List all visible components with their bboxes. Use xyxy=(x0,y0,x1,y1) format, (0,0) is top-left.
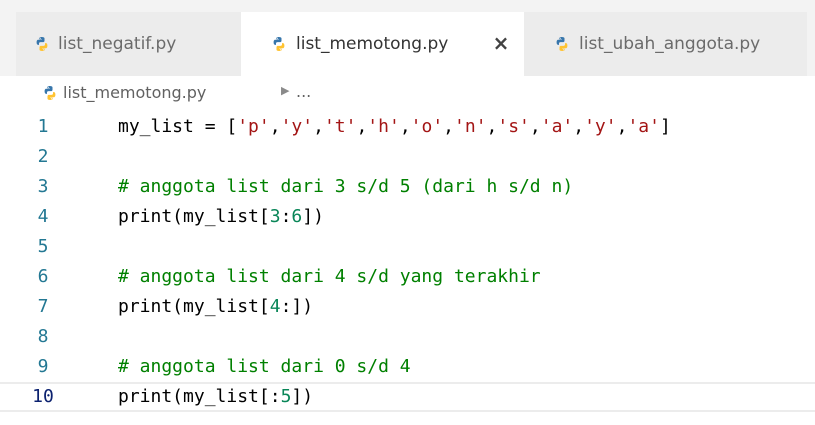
code-line[interactable]: 8 xyxy=(0,322,815,352)
code-line[interactable]: 4 print(my_list[3:6]) xyxy=(0,202,815,232)
code-line[interactable]: 2 xyxy=(0,142,815,172)
python-file-icon xyxy=(44,86,56,100)
line-number: 1 xyxy=(37,116,49,137)
python-file-icon xyxy=(556,37,568,51)
line-number: 8 xyxy=(37,326,49,347)
line-number: 9 xyxy=(37,356,49,377)
code-text[interactable]: print(my_list[4:]) xyxy=(118,292,313,322)
breadcrumb-more[interactable]: ... xyxy=(296,82,311,101)
breadcrumb-file[interactable]: list_memotong.py xyxy=(63,83,206,102)
tab-label: list_memotong.py xyxy=(296,34,449,54)
code-line[interactable]: 1 my_list = ['p','y','t','h','o','n','s',… xyxy=(0,112,815,142)
tab-list-negatif[interactable]: list_negatif.py xyxy=(16,12,241,76)
tab-list-ubah-anggota[interactable]: list_ubah_anggota.py xyxy=(524,12,807,76)
code-text[interactable]: # anggota list dari 0 s/d 4 xyxy=(118,352,411,382)
line-number: 7 xyxy=(37,296,49,317)
breadcrumb-separator-icon: ▶ xyxy=(281,84,290,97)
code-text[interactable]: print(my_list[:5]) xyxy=(118,384,313,410)
tab-bar: list_negatif.py list_memotong.py × list_… xyxy=(0,0,815,76)
code-line[interactable]: 5 xyxy=(0,232,815,262)
python-file-icon xyxy=(273,37,285,51)
line-number: 10 xyxy=(32,386,54,407)
python-file-icon xyxy=(36,37,48,51)
code-line[interactable]: 9 # anggota list dari 0 s/d 4 xyxy=(0,352,815,382)
tab-label: list_negatif.py xyxy=(58,34,177,54)
code-line[interactable]: 10 print(my_list[:5]) xyxy=(0,382,815,412)
close-icon[interactable]: × xyxy=(489,31,513,55)
line-number: 4 xyxy=(37,206,49,227)
tab-label: list_ubah_anggota.py xyxy=(579,34,761,54)
tab-list-memotong[interactable]: list_memotong.py × xyxy=(241,12,524,76)
line-number: 6 xyxy=(37,266,49,287)
code-text[interactable]: # anggota list dari 3 s/d 5 (dari h s/d … xyxy=(118,172,573,202)
line-number: 2 xyxy=(37,146,49,167)
code-text[interactable]: print(my_list[3:6]) xyxy=(118,202,324,232)
code-text[interactable]: my_list = ['p','y','t','h','o','n','s','… xyxy=(118,112,671,142)
breadcrumb: list_memotong.py ▶ ... xyxy=(0,76,815,112)
code-editor[interactable]: 1 my_list = ['p','y','t','h','o','n','s',… xyxy=(0,112,815,425)
line-number: 5 xyxy=(37,236,49,257)
code-line[interactable]: 3 # anggota list dari 3 s/d 5 (dari h s/d… xyxy=(0,172,815,202)
code-line[interactable]: 6 # anggota list dari 4 s/d yang terakhir xyxy=(0,262,815,292)
code-text[interactable]: # anggota list dari 4 s/d yang terakhir xyxy=(118,262,541,292)
editor-window: list_negatif.py list_memotong.py × list_… xyxy=(0,0,815,425)
line-number: 3 xyxy=(37,176,49,197)
code-line[interactable]: 7 print(my_list[4:]) xyxy=(0,292,815,322)
